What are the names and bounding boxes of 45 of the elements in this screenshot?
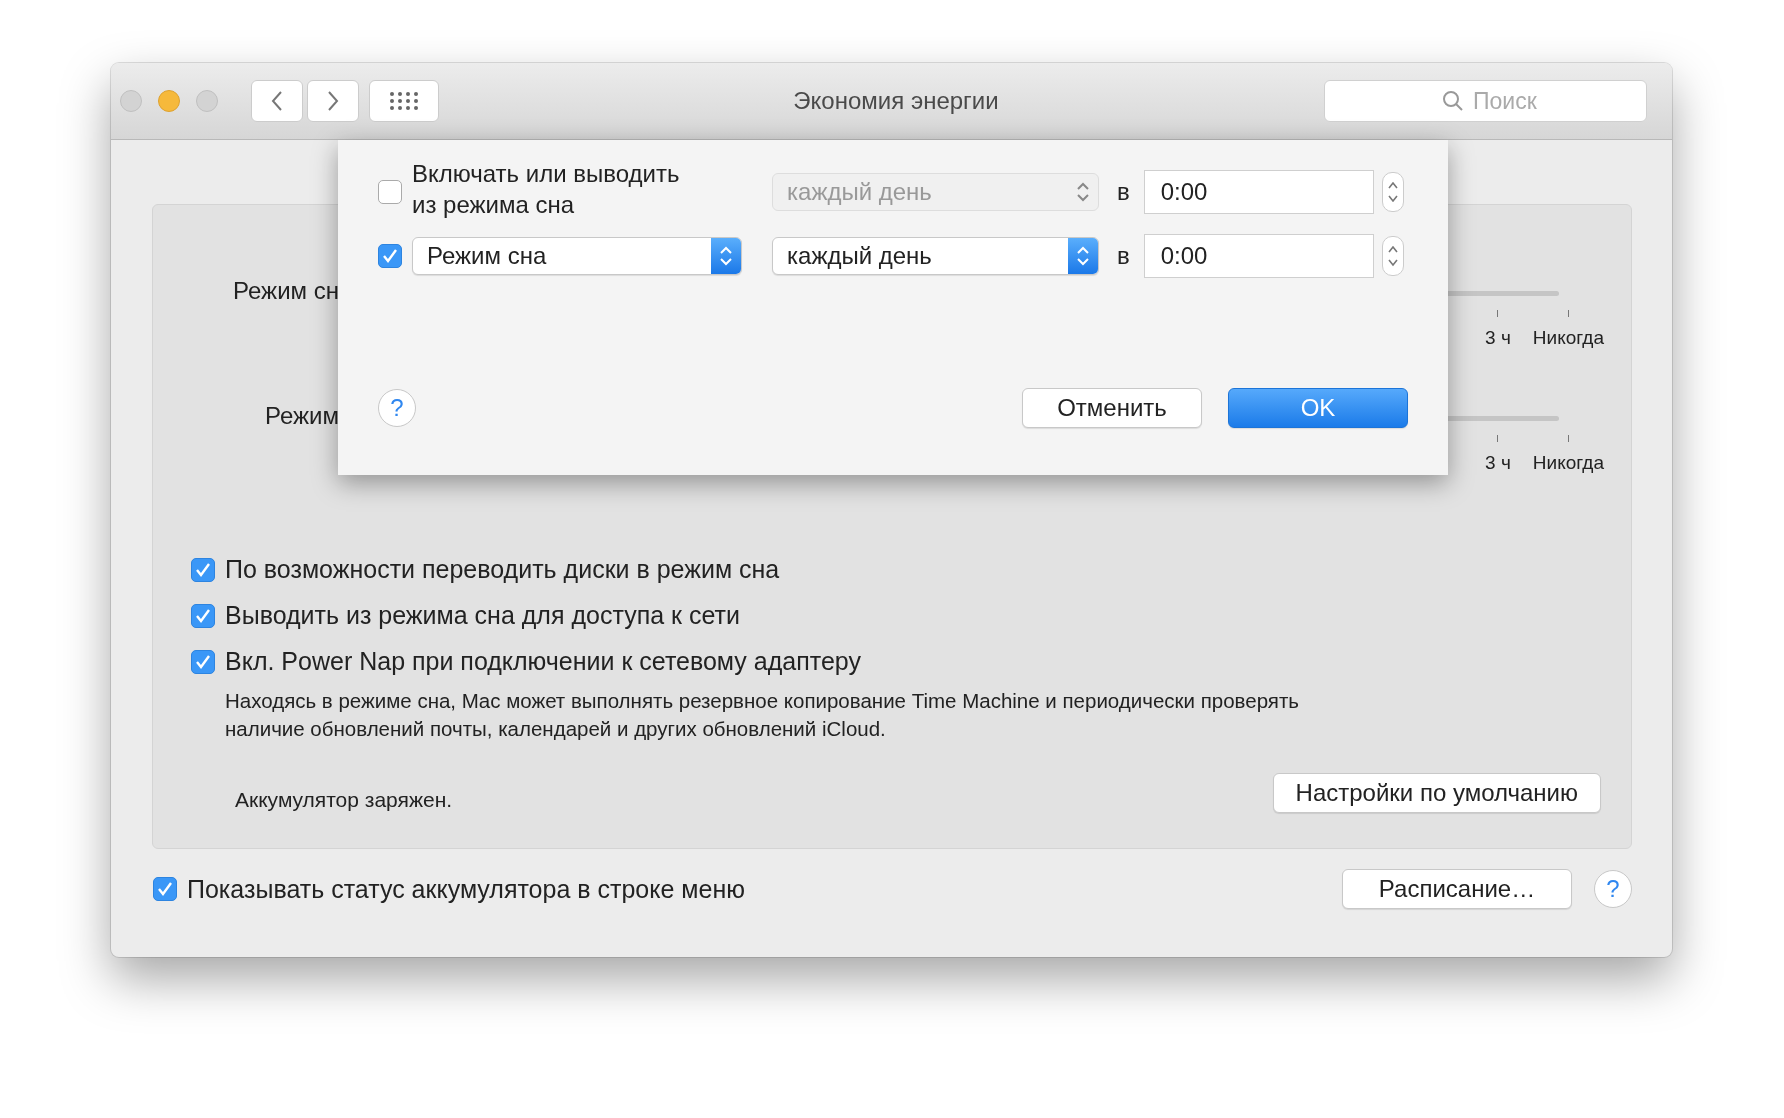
updown-arrows-icon [1076, 180, 1090, 204]
checkbox-label: Включать или выводить из режима сна [412, 159, 681, 220]
checkbox[interactable] [378, 244, 402, 268]
checkmark-icon [156, 880, 174, 898]
slider-label: Режим сн [233, 277, 339, 304]
window-title: Экономия энергии [793, 87, 999, 115]
checkbox[interactable] [191, 557, 215, 582]
updown-arrows-icon [719, 244, 733, 268]
chevron-left-icon [270, 90, 284, 112]
back-button[interactable] [251, 80, 303, 122]
tick-label: 3 ч [1485, 327, 1511, 349]
checkbox[interactable] [378, 180, 402, 204]
checkbox[interactable] [153, 877, 177, 901]
checkbox[interactable] [191, 649, 215, 674]
defaults-button[interactable]: Настройки по умолчанию [1272, 773, 1601, 813]
cancel-button[interactable]: Отменить [1022, 388, 1202, 428]
description-text: Находясь в режиме сна, Mac может выполнять резервное копирование Time Machine и периодически проверять наличие обновлений почты, календарей и других обновлений iCloud. [225, 688, 1300, 742]
checkmark-icon [381, 247, 399, 265]
schedule-button[interactable]: Расписание… [1342, 869, 1572, 909]
forward-button[interactable] [307, 80, 359, 122]
chevron-right-icon [326, 90, 340, 112]
grid-icon [390, 91, 418, 111]
at-label: в [1117, 178, 1130, 206]
slider-label: Режим [265, 402, 339, 429]
day-popup[interactable]: каждый день [772, 237, 1099, 275]
updown-arrows-icon [1076, 244, 1090, 268]
battery-status: Аккумулятор заряжен. [235, 788, 453, 812]
time-stepper[interactable] [1381, 172, 1404, 212]
checkbox-label: Показывать статус аккумулятора в строке меню [187, 874, 745, 904]
checkbox-label: Выводить из режима сна для доступа к сети [225, 601, 740, 630]
help-button[interactable]: ? [1594, 870, 1632, 908]
checkbox-label: Вкл. Power Nap при подключении к сетевому адаптеру [225, 647, 861, 676]
checkbox[interactable] [191, 603, 215, 628]
action-popup[interactable]: Режим сна [412, 237, 742, 275]
tick-label: Никогда [1532, 452, 1604, 474]
checkbox-label: По возможности переводить диски в режим сна [225, 555, 780, 584]
time-field[interactable]: 0:00 [1143, 234, 1374, 278]
time-stepper[interactable] [1381, 236, 1404, 276]
time-field[interactable]: 0:00 [1143, 170, 1374, 214]
tick-label: Никогда [1532, 327, 1604, 349]
at-label: в [1117, 242, 1130, 270]
tick-label: 3 ч [1485, 452, 1511, 474]
help-button[interactable]: ? [378, 389, 416, 427]
search-field[interactable]: Поиск [1324, 80, 1647, 122]
show-all-button[interactable] [369, 80, 439, 122]
